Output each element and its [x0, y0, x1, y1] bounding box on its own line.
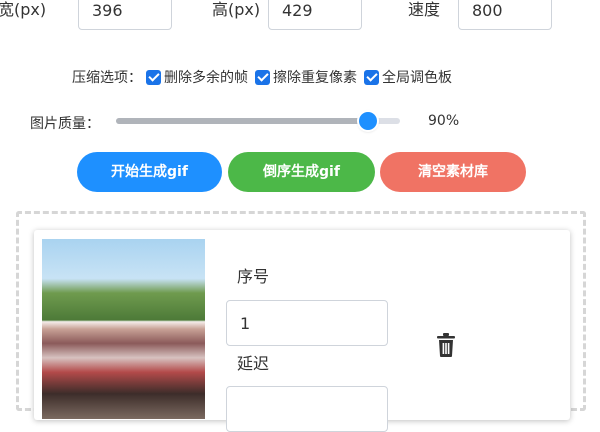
delay-label: 延迟 [237, 354, 270, 373]
width-input[interactable] [78, 0, 172, 30]
compress-label: 压缩选项： [72, 70, 142, 86]
height-label: 高(px) [212, 0, 261, 19]
index-input[interactable] [226, 300, 388, 346]
frame-thumbnail-image[interactable] [42, 239, 205, 419]
index-label: 序号 [237, 267, 270, 286]
option-remove-frames[interactable]: 删除多余的帧 [146, 67, 248, 87]
delay-input[interactable] [226, 386, 388, 432]
option-label: 全局调色板 [382, 70, 452, 86]
reverse-generate-gif-button[interactable]: 倒序生成gif [228, 152, 375, 192]
option-label: 删除多余的帧 [164, 70, 248, 86]
quality-slider-thumb[interactable] [359, 112, 377, 130]
width-label: 宽(px) [0, 0, 47, 19]
speed-label: 速度 [408, 0, 441, 19]
quality-slider-fill [116, 118, 368, 124]
option-global-palette[interactable]: 全局调色板 [364, 67, 452, 87]
quality-value: 90% [428, 113, 460, 129]
checkbox-checked-icon[interactable] [364, 69, 379, 85]
height-input[interactable] [268, 0, 362, 30]
frame-item-card: 序号 延迟 [34, 230, 570, 432]
option-erase-duplicate-pixels[interactable]: 擦除重复像素 [255, 67, 357, 87]
checkbox-checked-icon[interactable] [255, 69, 270, 85]
start-generate-gif-button[interactable]: 开始生成gif [77, 152, 222, 192]
option-label: 擦除重复像素 [273, 70, 357, 86]
speed-input[interactable] [458, 0, 552, 30]
quality-label: 图片质量： [30, 116, 100, 132]
compress-options: 压缩选项： 删除多余的帧 擦除重复像素 全局调色板 [72, 67, 459, 87]
trash-icon[interactable] [434, 332, 458, 358]
clear-library-button[interactable]: 清空素材库 [380, 152, 526, 192]
checkbox-checked-icon[interactable] [146, 69, 161, 85]
